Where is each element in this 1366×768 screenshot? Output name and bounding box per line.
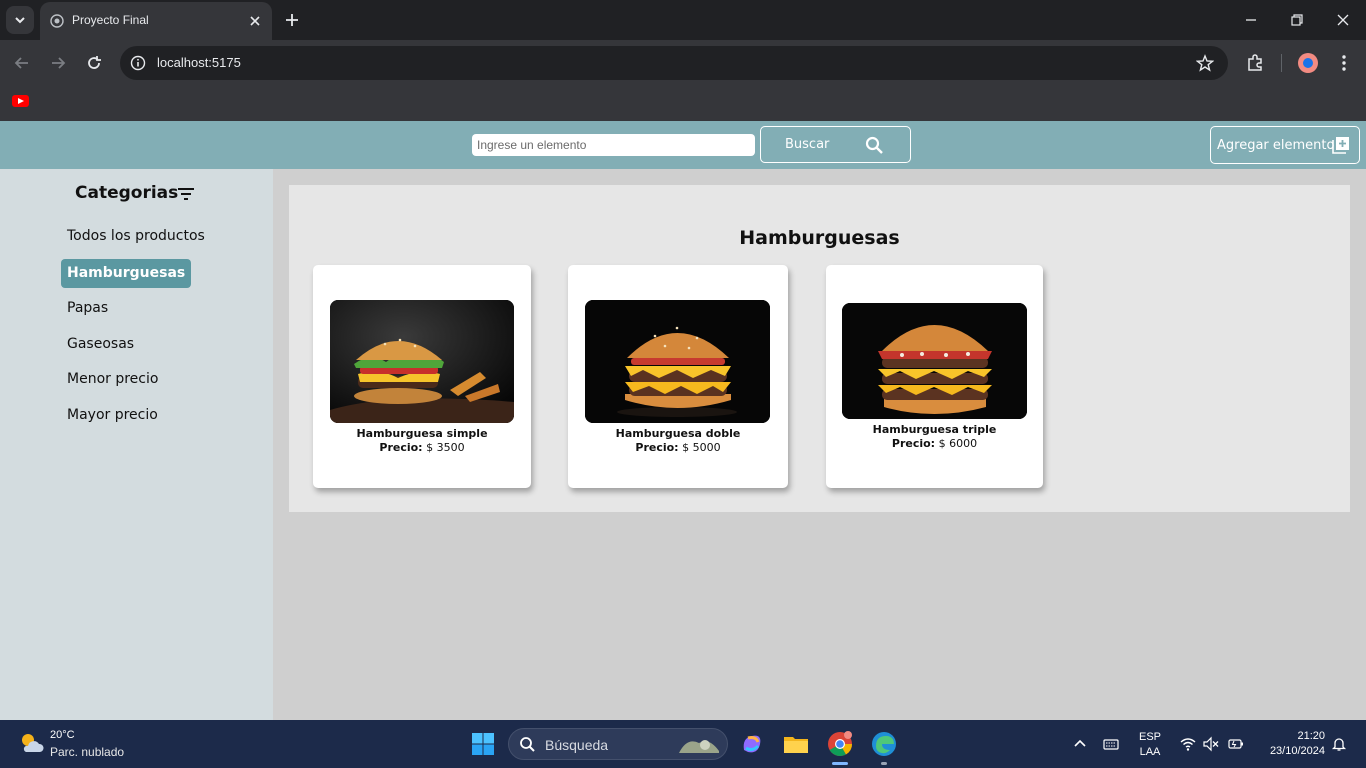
youtube-icon[interactable] bbox=[12, 95, 29, 107]
volume-muted-icon[interactable] bbox=[1203, 736, 1219, 752]
input-language[interactable]: ESP LAA bbox=[1137, 730, 1163, 760]
burger-image bbox=[330, 300, 514, 423]
more-menu-icon[interactable] bbox=[1334, 53, 1354, 73]
category-gaseosas[interactable]: Gaseosas bbox=[61, 330, 140, 359]
price-label: Precio: bbox=[891, 437, 936, 450]
clock-date: 23/10/2024 bbox=[1269, 745, 1325, 757]
weather-temperature: 20°C bbox=[50, 729, 75, 741]
price-label: Precio: bbox=[379, 441, 423, 454]
forward-icon[interactable] bbox=[48, 53, 68, 73]
product-image bbox=[585, 300, 770, 423]
filter-icon[interactable] bbox=[177, 186, 195, 202]
section-title: Hamburguesas bbox=[739, 227, 900, 249]
price-label: Precio: bbox=[635, 441, 679, 454]
battery-icon[interactable] bbox=[1228, 736, 1244, 752]
active-app-indicator bbox=[832, 762, 848, 765]
search-icon bbox=[520, 737, 535, 752]
category-mayor-precio[interactable]: Mayor precio bbox=[61, 401, 164, 430]
minimize-icon[interactable] bbox=[1243, 12, 1259, 28]
burger-image bbox=[842, 303, 1027, 419]
windows-taskbar: 20°C Parc. nublado Búsqueda ESP LAA 21:20… bbox=[0, 720, 1366, 768]
tab-search-button[interactable] bbox=[6, 6, 34, 34]
copilot-icon[interactable] bbox=[738, 730, 766, 758]
search-input[interactable] bbox=[472, 134, 755, 156]
product-image bbox=[330, 300, 514, 423]
product-price: Precio: $ 5000 bbox=[568, 441, 788, 454]
category-menor-precio[interactable]: Menor precio bbox=[61, 365, 164, 394]
category-todos[interactable]: Todos los productos bbox=[61, 222, 211, 251]
extensions-icon[interactable] bbox=[1245, 53, 1265, 73]
price-value: $ 6000 bbox=[938, 437, 978, 450]
bookmarks-bar bbox=[0, 86, 1366, 121]
language-code: ESP bbox=[1138, 731, 1161, 743]
keyboard-layout: LAA bbox=[1139, 746, 1161, 758]
add-element-label: Agregar elemento bbox=[1217, 138, 1335, 153]
running-app-indicator bbox=[881, 762, 887, 765]
browser-tab[interactable]: Proyecto Final bbox=[40, 2, 272, 40]
system-clock[interactable]: 21:20 23/10/2024 bbox=[1255, 729, 1325, 759]
close-window-icon[interactable] bbox=[1335, 12, 1351, 28]
site-info-icon[interactable] bbox=[130, 55, 146, 71]
add-box-icon bbox=[1332, 137, 1349, 154]
app-header: Buscar Agregar elemento bbox=[0, 121, 1366, 169]
tab-title: Proyecto Final bbox=[72, 13, 149, 27]
search-button-label: Buscar bbox=[785, 137, 830, 152]
close-icon[interactable] bbox=[248, 14, 262, 28]
product-card[interactable]: Hamburguesa simple Precio: $ 3500 bbox=[313, 265, 531, 488]
add-element-button[interactable]: Agregar elemento bbox=[1210, 126, 1360, 164]
avatar-icon bbox=[1303, 58, 1313, 68]
search-button[interactable]: Buscar bbox=[760, 126, 911, 163]
profile-avatar[interactable] bbox=[1298, 53, 1318, 73]
bookmark-star-icon[interactable] bbox=[1196, 54, 1214, 72]
product-name: Hamburguesa simple bbox=[356, 427, 488, 440]
product-price: Precio: $ 3500 bbox=[313, 441, 531, 454]
url-text: localhost:5175 bbox=[157, 55, 241, 70]
product-name: Hamburguesa triple bbox=[872, 423, 997, 436]
keyboard-icon[interactable] bbox=[1103, 736, 1119, 752]
restore-icon[interactable] bbox=[1289, 12, 1305, 28]
notification-bell-icon[interactable] bbox=[1331, 736, 1347, 752]
categories-sidebar: Categorias Todos los productos Hamburgue… bbox=[0, 169, 273, 720]
back-icon[interactable] bbox=[12, 53, 32, 73]
reload-icon[interactable] bbox=[84, 53, 104, 73]
windows-start-icon[interactable] bbox=[471, 732, 495, 756]
product-image bbox=[842, 303, 1027, 419]
search-highlight-icon bbox=[679, 740, 719, 753]
products-panel: Hamburguesas Hamburguesa simple Precio: … bbox=[289, 185, 1350, 512]
category-papas[interactable]: Papas bbox=[61, 294, 114, 323]
file-explorer-icon[interactable] bbox=[782, 730, 810, 758]
price-value: $ 3500 bbox=[426, 441, 465, 454]
chrome-icon[interactable] bbox=[826, 730, 854, 758]
taskbar-search-label: Búsqueda bbox=[545, 737, 609, 753]
chevron-down-icon bbox=[15, 17, 25, 24]
categories-title: Categorias bbox=[75, 183, 179, 203]
globe-icon bbox=[50, 14, 64, 28]
product-card[interactable]: Hamburguesa doble Precio: $ 5000 bbox=[568, 265, 788, 488]
browser-tabstrip: Proyecto Final bbox=[0, 0, 1366, 40]
new-tab-icon[interactable] bbox=[282, 10, 302, 30]
weather-description: Parc. nublado bbox=[50, 745, 125, 759]
partly-cloudy-icon[interactable] bbox=[18, 730, 44, 756]
search-icon bbox=[865, 136, 883, 154]
category-hamburguesas[interactable]: Hamburguesas bbox=[61, 259, 192, 288]
address-bar[interactable]: localhost:5175 bbox=[120, 46, 1228, 80]
product-card[interactable]: Hamburguesa triple Precio: $ 6000 bbox=[826, 265, 1043, 488]
burger-image bbox=[585, 300, 770, 423]
toolbar-separator bbox=[1281, 54, 1282, 72]
clock-time: 21:20 bbox=[1297, 730, 1325, 742]
taskbar-search[interactable]: Búsqueda bbox=[508, 728, 728, 760]
price-value: $ 5000 bbox=[682, 441, 721, 454]
product-price: Precio: $ 6000 bbox=[826, 437, 1043, 450]
product-name: Hamburguesa doble bbox=[615, 427, 741, 440]
chevron-up-icon[interactable] bbox=[1072, 736, 1088, 752]
wifi-icon[interactable] bbox=[1180, 736, 1196, 752]
browser-toolbar: localhost:5175 bbox=[0, 40, 1366, 86]
edge-icon[interactable] bbox=[870, 730, 898, 758]
